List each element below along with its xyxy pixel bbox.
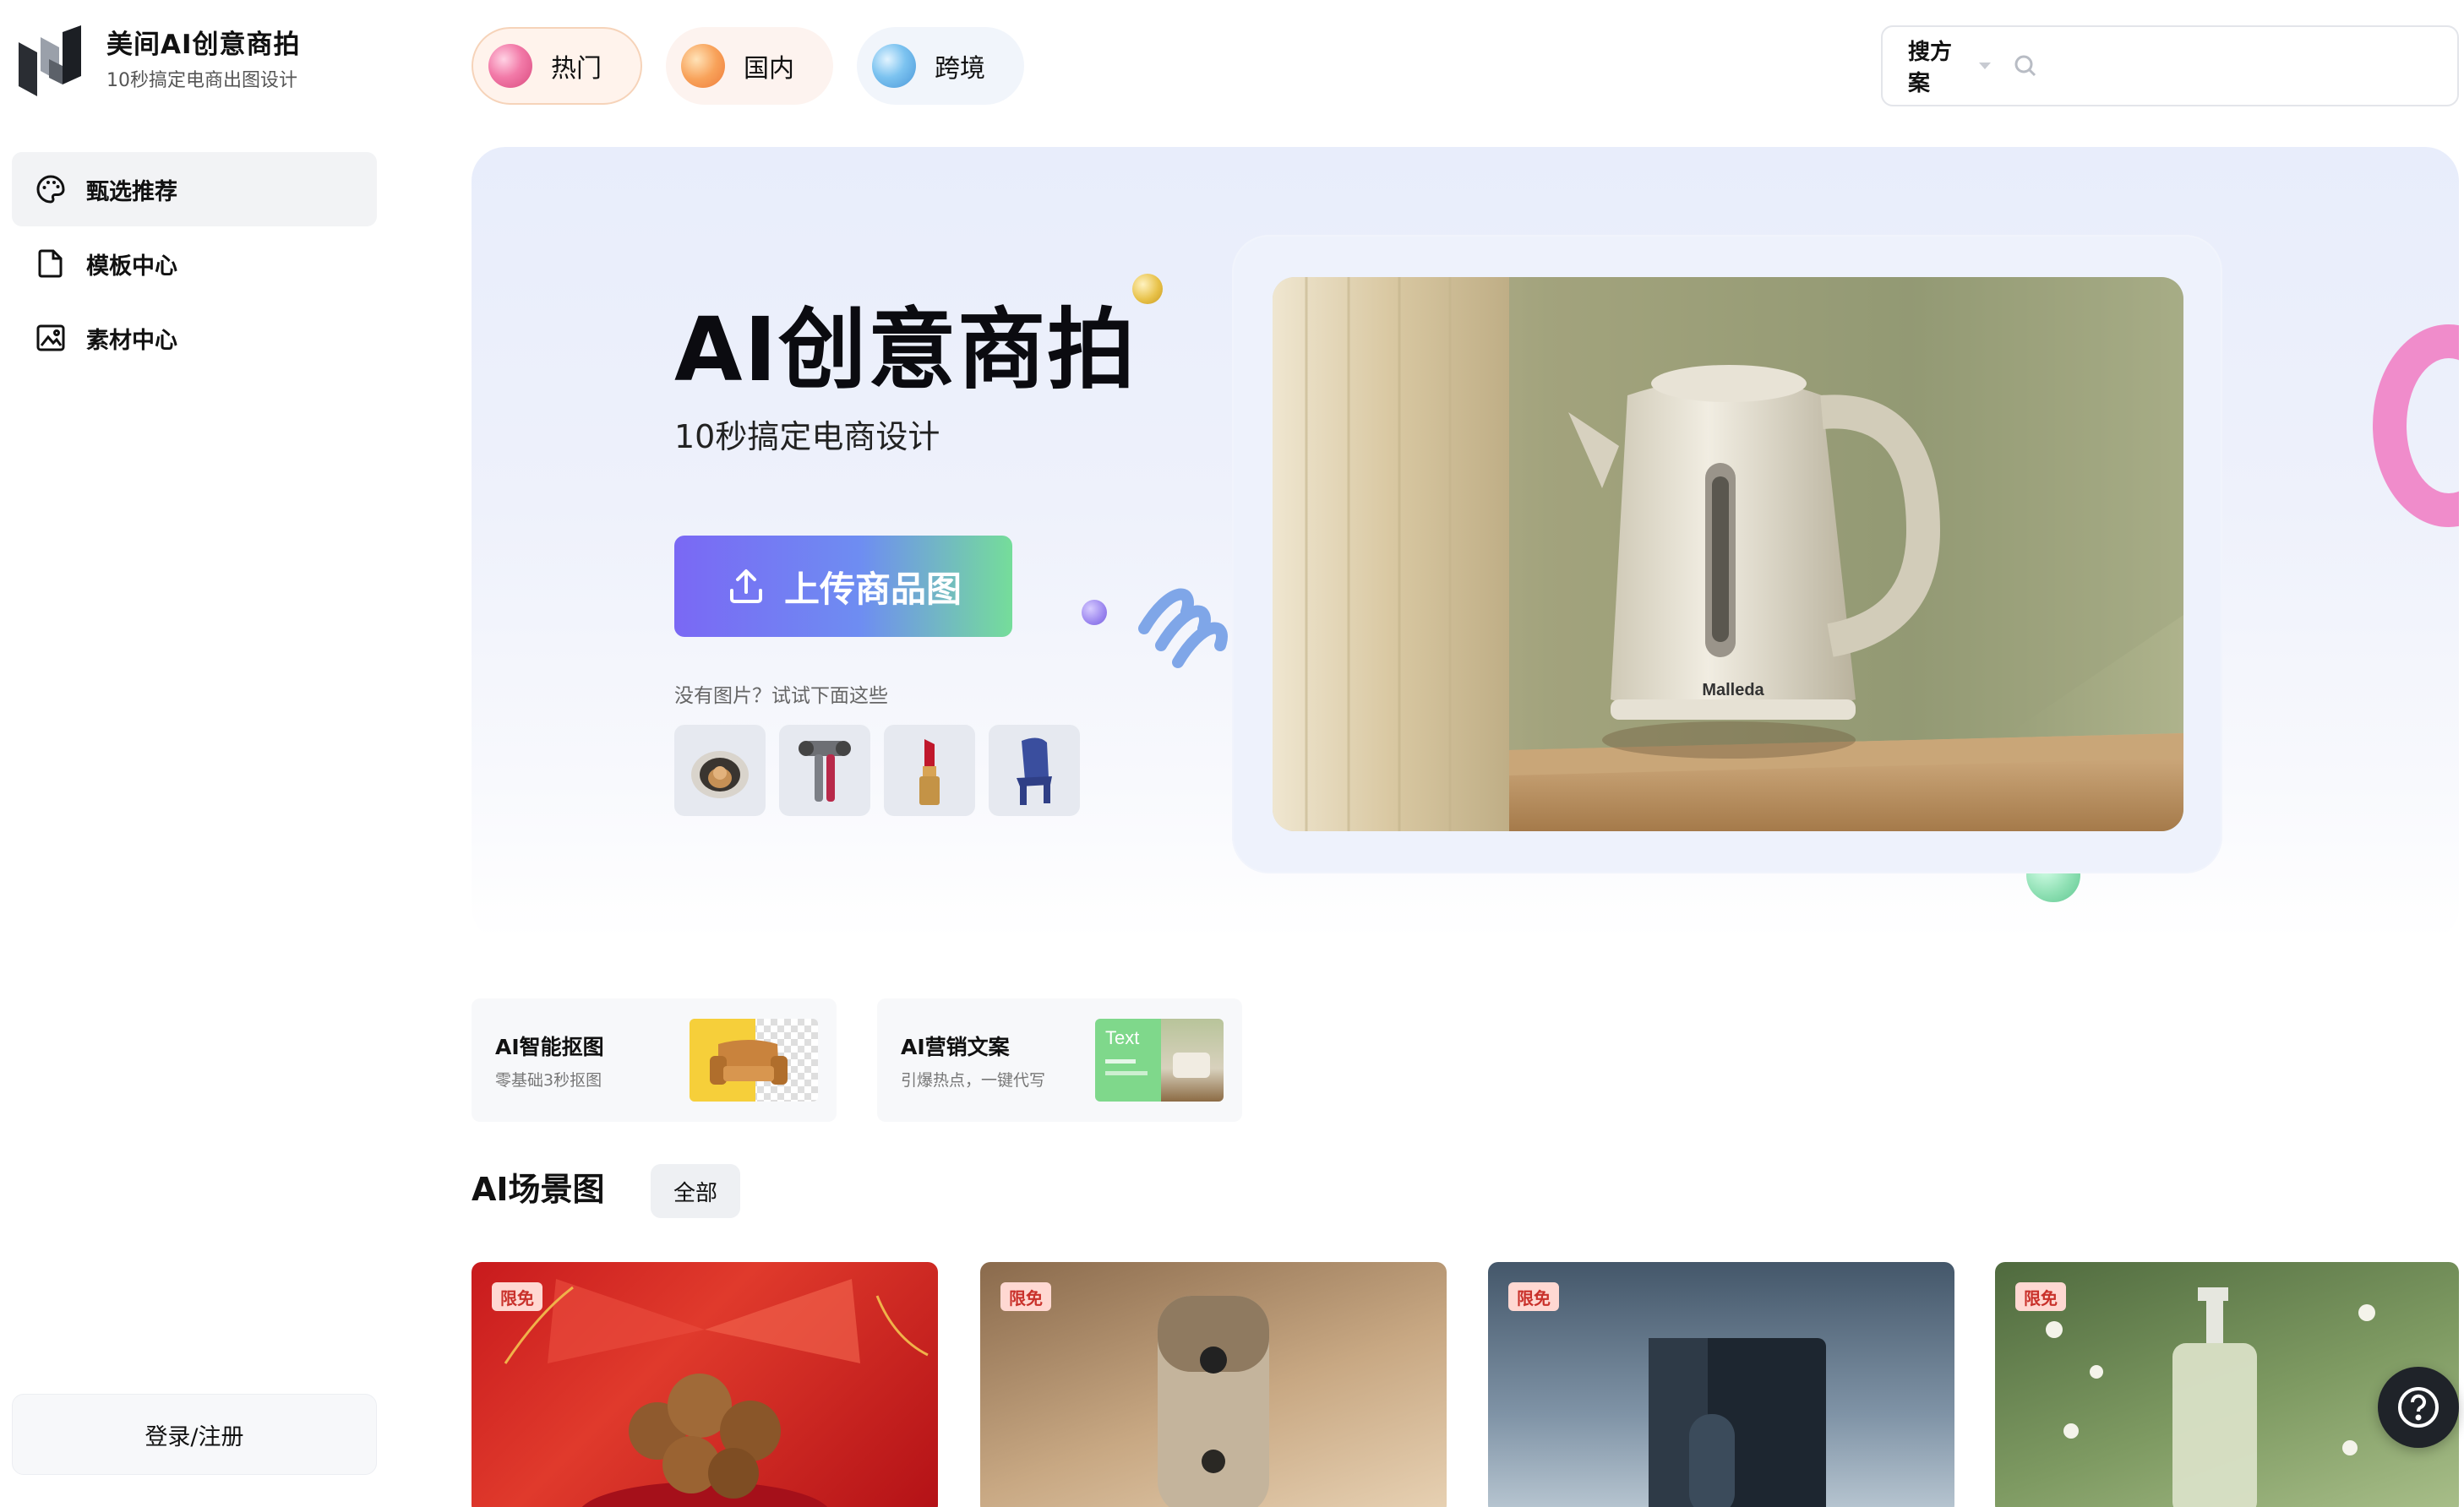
scene-card[interactable]: 限免 [980,1262,1447,1507]
try-samples-hint: 没有图片？试试下面这些 [674,685,888,707]
upload-icon [729,569,762,603]
feature-cutout-image [690,1019,818,1102]
upload-button-label: 上传商品图 [783,568,962,610]
kettle-product-image[interactable]: Malleda [1273,277,2183,831]
category-tabs: 热门 国内 跨境 [472,27,1048,105]
free-tag: 限免 [2015,1282,2066,1311]
feature-subtitle: 引爆热点，一键代写 [901,1071,1046,1090]
feature-subtitle: 零基础3秒抠图 [495,1071,602,1090]
decor-sphere-purple [1082,600,1107,625]
blue-ball-icon [872,44,916,88]
free-tag: 限免 [1000,1282,1051,1311]
sidebar-nav: 甄选推荐 模板中心 素材中心 [12,152,377,375]
search-bar: 搜方案 [1881,25,2459,106]
free-tag: 限免 [492,1282,542,1311]
pet-bed-icon [691,751,749,798]
brand-subtitle: 10秒搞定电商出图设计 [106,70,297,91]
document-icon [34,247,68,280]
hero-showcase: Malleda [1232,235,2222,873]
help-button[interactable] [2378,1367,2459,1448]
chevron-down-icon[interactable] [1979,63,1992,69]
sample-chair[interactable] [989,725,1080,816]
lipstick-icon [919,739,940,805]
tab-label: 热门 [551,54,602,84]
image-icon [34,321,68,355]
decor-spring [1138,588,1228,668]
sidebar-item-label: 模板中心 [86,253,177,280]
sidebar-item-label: 素材中心 [86,327,177,354]
brand-logo [19,25,81,96]
feature-ai-cutout[interactable]: AI智能抠图 零基础3秒抠图 [472,998,837,1122]
text-badge: Text [1105,1027,1140,1048]
filter-all-chip[interactable]: 全部 [651,1164,740,1218]
chair-icon [1017,737,1052,805]
palette-icon [34,172,68,206]
brand[interactable]: 美间AI创意商拍 10秒搞定电商出图设计 [19,25,301,96]
search-icon[interactable] [2013,53,2038,79]
feature-title: AI营销文案 [901,1035,1010,1059]
pink-ball-icon [488,44,532,88]
tab-cross-border[interactable]: 跨境 [857,27,1024,105]
sidebar-item-label: 甄选推荐 [86,178,177,205]
sidebar-item-templates[interactable]: 模板中心 [12,226,377,301]
feature-ai-copywriting[interactable]: AI营销文案 引爆热点，一键代写 Text [877,998,1242,1122]
sidebar: 美间AI创意商拍 10秒搞定电商出图设计 甄选推荐 模板中心 素材中心 登录/注… [0,0,397,1507]
sample-lipstick[interactable] [884,725,975,816]
search-input[interactable] [2050,52,2457,79]
hair-dryer-icon [799,741,851,802]
scene-card[interactable]: 限免 [472,1262,938,1507]
hero-banner: AI创意商拍 10秒搞定电商设计 上传商品图 没有图片？试试下面这些 Malle… [472,147,2459,941]
sample-pet-bed[interactable] [674,725,766,816]
kettle-brand-text: Malleda [1702,681,1764,699]
tab-domestic[interactable]: 国内 [666,27,833,105]
sidebar-item-materials[interactable]: 素材中心 [12,301,377,375]
section-title: AI场景图 [472,1171,605,1208]
decor-sphere-gold [1132,274,1163,304]
tab-label: 国内 [744,54,794,84]
scene-card[interactable]: 限免 [1488,1262,1954,1507]
login-register-button[interactable]: 登录/注册 [12,1394,377,1475]
hero-subtitle: 10秒搞定电商设计 [674,418,940,455]
feature-copywriting-image: Text [1095,1019,1224,1102]
tab-hot[interactable]: 热门 [472,27,642,105]
help-icon [2398,1387,2439,1428]
feature-title: AI智能抠图 [495,1035,604,1059]
brand-title: 美间AI创意商拍 [106,30,301,60]
free-tag: 限免 [1508,1282,1559,1311]
search-type-select[interactable]: 搜方案 [1908,35,1969,97]
sample-list [674,725,1093,816]
orange-ball-icon [681,44,725,88]
sidebar-item-featured[interactable]: 甄选推荐 [12,152,377,226]
hero-title: AI创意商拍 [674,298,1137,401]
decor-torus-pink [2373,324,2459,527]
upload-product-button[interactable]: 上传商品图 [674,536,1012,637]
tab-label: 跨境 [935,54,985,84]
sample-hair-dryer[interactable] [779,725,870,816]
